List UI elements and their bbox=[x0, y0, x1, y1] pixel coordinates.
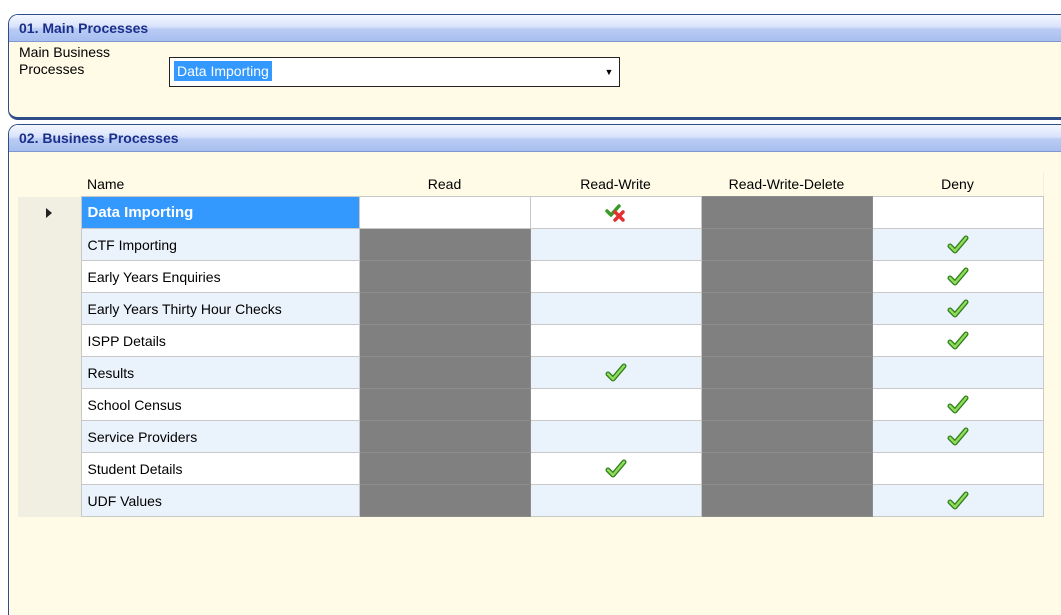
deny-permission-cell[interactable] bbox=[871, 484, 1044, 517]
process-name-cell[interactable]: Early Years Thirty Hour Checks bbox=[80, 292, 360, 325]
table-row[interactable]: Data Importing bbox=[18, 196, 1044, 229]
read-permission-cell bbox=[358, 228, 531, 261]
process-name-cell[interactable]: Service Providers bbox=[80, 420, 360, 453]
table-row[interactable]: Results bbox=[18, 356, 1044, 389]
deny-permission-cell[interactable] bbox=[871, 356, 1044, 389]
read-write-delete-permission-cell bbox=[700, 388, 873, 421]
read-write-delete-permission-cell bbox=[700, 452, 873, 485]
read-write-permission-cell[interactable] bbox=[529, 388, 702, 421]
main-processes-panel: 01. Main Processes Main Business Process… bbox=[8, 14, 1061, 120]
deny-permission-cell[interactable] bbox=[871, 452, 1044, 485]
dropdown-selected-value: Data Importing bbox=[174, 61, 272, 81]
grid-header-row: Name Read Read-Write Read-Write-Delete D… bbox=[18, 172, 1043, 197]
table-row[interactable]: UDF Values bbox=[18, 484, 1044, 517]
process-name-cell[interactable]: CTF Importing bbox=[80, 228, 360, 261]
read-write-delete-permission-cell bbox=[700, 324, 873, 357]
check-icon bbox=[947, 235, 969, 253]
read-write-permission-cell[interactable] bbox=[529, 260, 702, 293]
read-write-delete-permission-cell bbox=[700, 292, 873, 325]
row-selector[interactable] bbox=[18, 420, 81, 453]
read-write-permission-cell[interactable] bbox=[529, 196, 702, 229]
column-header-deny[interactable]: Deny bbox=[872, 172, 1043, 197]
deny-permission-cell[interactable] bbox=[871, 292, 1044, 325]
row-selector[interactable] bbox=[18, 292, 81, 325]
row-selector[interactable] bbox=[18, 484, 81, 517]
column-header-name[interactable]: Name bbox=[81, 172, 359, 197]
read-write-permission-cell[interactable] bbox=[529, 228, 702, 261]
read-write-delete-permission-cell bbox=[700, 228, 873, 261]
read-permission-cell bbox=[358, 484, 531, 517]
read-write-delete-permission-cell bbox=[700, 260, 873, 293]
process-name-cell[interactable]: Results bbox=[80, 356, 360, 389]
read-permission-cell bbox=[358, 292, 531, 325]
table-row[interactable]: Early Years Enquiries bbox=[18, 260, 1044, 293]
check-icon bbox=[947, 331, 969, 349]
read-write-delete-permission-cell bbox=[700, 484, 873, 517]
row-selector[interactable] bbox=[18, 260, 81, 293]
column-header-read-write-delete[interactable]: Read-Write-Delete bbox=[701, 172, 872, 197]
row-selector[interactable] bbox=[18, 452, 81, 485]
check-icon bbox=[947, 427, 969, 445]
read-write-delete-permission-cell bbox=[700, 196, 873, 229]
business-processes-header: 02. Business Processes bbox=[9, 125, 1061, 152]
table-row[interactable]: Early Years Thirty Hour Checks bbox=[18, 292, 1044, 325]
check-icon bbox=[947, 267, 969, 285]
main-business-processes-label: Main Business Processes bbox=[19, 44, 111, 77]
row-selector[interactable] bbox=[18, 388, 81, 421]
table-row[interactable]: Student Details bbox=[18, 452, 1044, 485]
process-name-cell[interactable]: Student Details bbox=[80, 452, 360, 485]
read-permission-cell bbox=[358, 260, 531, 293]
check-cross-icon bbox=[604, 203, 627, 222]
current-row-arrow-icon bbox=[46, 207, 53, 218]
process-name-cell[interactable]: UDF Values bbox=[80, 484, 360, 517]
deny-permission-cell[interactable] bbox=[871, 324, 1044, 357]
chevron-down-icon[interactable]: ▼ bbox=[599, 58, 619, 86]
check-icon bbox=[947, 299, 969, 317]
row-selector[interactable] bbox=[18, 356, 81, 389]
read-write-permission-cell[interactable] bbox=[529, 420, 702, 453]
read-write-permission-cell[interactable] bbox=[529, 324, 702, 357]
read-write-delete-permission-cell bbox=[700, 356, 873, 389]
main-business-processes-dropdown[interactable]: Data Importing ▼ bbox=[169, 57, 620, 87]
check-icon bbox=[947, 395, 969, 413]
table-row[interactable]: ISPP Details bbox=[18, 324, 1044, 357]
deny-permission-cell[interactable] bbox=[871, 228, 1044, 261]
read-permission-cell bbox=[358, 420, 531, 453]
business-processes-grid: Name Read Read-Write Read-Write-Delete D… bbox=[18, 172, 1044, 517]
row-selector[interactable] bbox=[18, 324, 81, 357]
read-write-delete-permission-cell bbox=[700, 420, 873, 453]
row-selector[interactable] bbox=[18, 228, 81, 261]
process-name-cell[interactable]: ISPP Details bbox=[80, 324, 360, 357]
main-processes-header: 01. Main Processes bbox=[9, 15, 1061, 42]
table-row[interactable]: Service Providers bbox=[18, 420, 1044, 453]
deny-permission-cell[interactable] bbox=[871, 196, 1044, 229]
check-icon bbox=[605, 363, 627, 381]
read-permission-cell[interactable] bbox=[358, 196, 531, 229]
read-write-permission-cell[interactable] bbox=[529, 356, 702, 389]
read-write-permission-cell[interactable] bbox=[529, 484, 702, 517]
deny-permission-cell[interactable] bbox=[871, 420, 1044, 453]
deny-permission-cell[interactable] bbox=[871, 260, 1044, 293]
column-header-read-write[interactable]: Read-Write bbox=[530, 172, 701, 197]
read-permission-cell bbox=[358, 324, 531, 357]
deny-permission-cell[interactable] bbox=[871, 388, 1044, 421]
check-icon bbox=[947, 491, 969, 509]
row-selector[interactable] bbox=[18, 196, 81, 229]
process-name-cell[interactable]: Data Importing bbox=[80, 196, 360, 229]
read-permission-cell bbox=[358, 388, 531, 421]
check-icon bbox=[605, 459, 627, 477]
column-header-read[interactable]: Read bbox=[359, 172, 530, 197]
table-row[interactable]: CTF Importing bbox=[18, 228, 1044, 261]
read-permission-cell bbox=[358, 452, 531, 485]
read-write-permission-cell[interactable] bbox=[529, 452, 702, 485]
process-name-cell[interactable]: Early Years Enquiries bbox=[80, 260, 360, 293]
row-selector-header bbox=[18, 172, 81, 197]
read-permission-cell bbox=[358, 356, 531, 389]
table-row[interactable]: School Census bbox=[18, 388, 1044, 421]
read-write-permission-cell[interactable] bbox=[529, 292, 702, 325]
process-name-cell[interactable]: School Census bbox=[80, 388, 360, 421]
